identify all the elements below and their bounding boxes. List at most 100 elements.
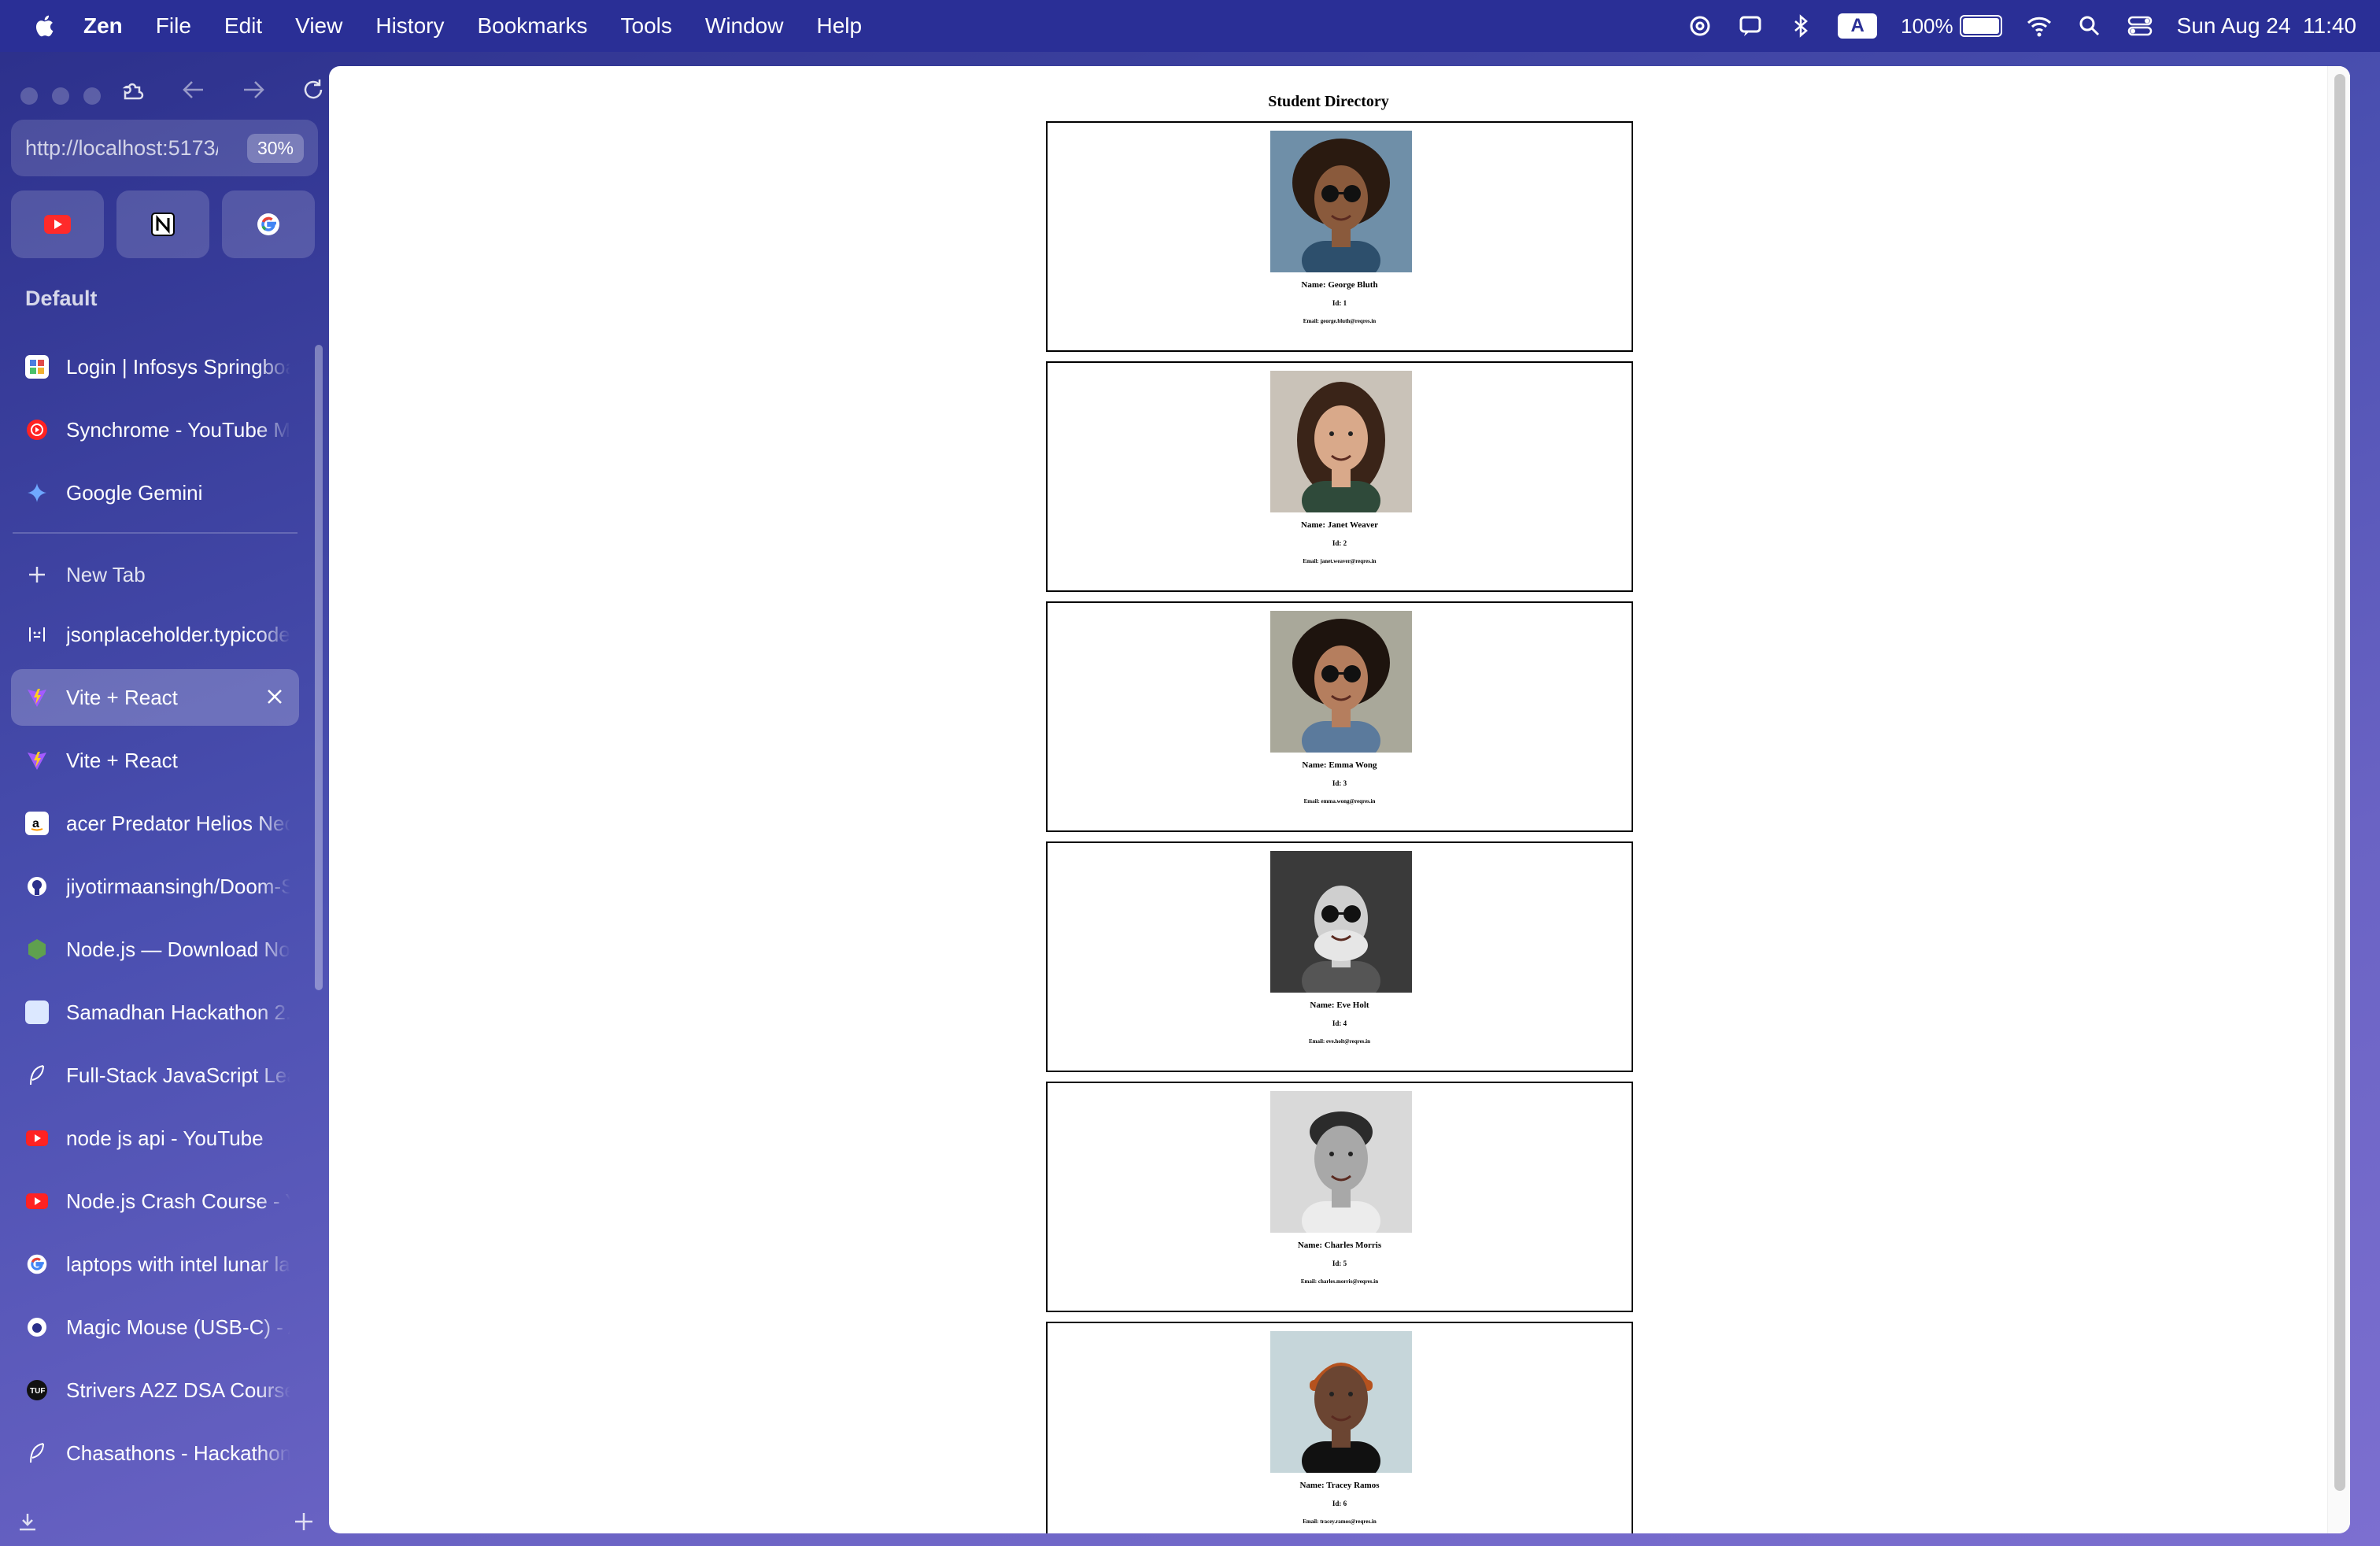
essential-notion[interactable]	[116, 190, 209, 258]
url-text[interactable]: http://localhost:5173/	[25, 136, 218, 161]
youtube-icon	[25, 1189, 49, 1213]
student-card: Name: Charles Morris Id: 5 Email: charle…	[1046, 1082, 1633, 1312]
tab-item[interactable]: laptops with intel lunar lake	[11, 1236, 299, 1293]
window-controls	[20, 87, 101, 105]
essentials-row	[11, 190, 315, 258]
student-name: Name: Tracey Ramos	[1299, 1481, 1380, 1490]
student-name: Name: Emma Wong	[1302, 760, 1377, 770]
tab-item[interactable]: node js api - YouTube	[11, 1110, 299, 1167]
workspace-label[interactable]: Default	[25, 287, 98, 311]
apple-icon[interactable]	[31, 13, 55, 39]
menu-bar: Zen File Edit View History Bookmarks Too…	[0, 0, 2380, 52]
typicode-icon	[25, 623, 49, 646]
tab-item[interactable]: Samadhan Hackathon 2.0	[11, 984, 299, 1041]
student-id: Id: 2	[1332, 539, 1347, 547]
sidebar-scrollbar[interactable]	[315, 345, 323, 990]
tab-title: node js api - YouTube	[66, 1126, 264, 1150]
tab-item[interactable]: Node.js — Download Node.js	[11, 921, 299, 978]
page-scroll-thumb[interactable]	[2334, 74, 2345, 1491]
menu-history[interactable]: History	[375, 13, 444, 39]
tab-title: Vite + React	[66, 748, 178, 772]
student-photo	[1270, 1331, 1412, 1473]
essential-youtube[interactable]	[11, 190, 104, 258]
pinned-tab[interactable]: Synchrome - YouTube Music	[11, 401, 299, 458]
student-photo-art	[1270, 1091, 1412, 1233]
menu-edit[interactable]: Edit	[224, 13, 262, 39]
reload-icon[interactable]	[298, 74, 329, 105]
student-photo	[1270, 1091, 1412, 1233]
student-card: Name: Emma Wong Id: 3 Email: emma.wong@r…	[1046, 601, 1633, 832]
tab-item[interactable]: a acer Predator Helios Neo	[11, 795, 299, 852]
close-tab-icon[interactable]	[263, 685, 286, 708]
student-id: Id: 3	[1332, 779, 1347, 787]
battery-status[interactable]: 100%	[1901, 14, 2002, 39]
input-source-badge[interactable]: A	[1838, 13, 1878, 39]
pinned-tab[interactable]: Google Gemini	[11, 464, 299, 521]
chatgpt-icon[interactable]	[1687, 13, 1713, 39]
essential-google[interactable]	[222, 190, 315, 258]
tab-list: Login | Infosys Springboard Synchrome - …	[11, 338, 299, 1488]
new-tab-button[interactable]: New Tab	[11, 549, 299, 600]
tab-title: acer Predator Helios Neo	[66, 811, 290, 835]
battery-icon	[1959, 15, 2002, 37]
menu-app-name[interactable]: Zen	[83, 13, 123, 39]
tab-item[interactable]: jsonplaceholder.typicode.com	[11, 606, 299, 663]
downloads-icon[interactable]	[16, 1511, 39, 1538]
student-photo-art	[1270, 611, 1412, 753]
student-name: Name: Charles Morris	[1297, 1241, 1382, 1250]
tab-item[interactable]: Magic Mouse (USB-C) - Apple	[11, 1299, 299, 1356]
feather-icon	[25, 1441, 49, 1465]
menu-view[interactable]: View	[295, 13, 342, 39]
tab-title: Login | Infosys Springboard	[66, 354, 290, 379]
tab-item[interactable]: Vite + React	[11, 732, 299, 789]
notion-icon	[151, 213, 175, 236]
close-window-button[interactable]	[20, 87, 38, 105]
plus-icon	[25, 563, 49, 586]
student-card: Name: Eve Holt Id: 4 Email: eve.holt@req…	[1046, 841, 1633, 1072]
tab-item[interactable]: TUF Strivers A2Z DSA Course	[11, 1362, 299, 1418]
menu-bookmarks[interactable]: Bookmarks	[477, 13, 587, 39]
tab-title: Google Gemini	[66, 480, 203, 505]
spotlight-search-icon[interactable]	[2076, 13, 2103, 39]
pinned-tab[interactable]: Login | Infosys Springboard	[11, 338, 299, 395]
menubar-clock[interactable]: Sun Aug 24 11:40	[2177, 13, 2356, 39]
student-photo	[1270, 371, 1412, 512]
tab-item[interactable]: Node.js Crash Course - YouTube	[11, 1173, 299, 1230]
zoom-window-button[interactable]	[83, 87, 101, 105]
tab-title: Samadhan Hackathon 2.0	[66, 1000, 290, 1024]
bluetooth-icon[interactable]	[1787, 13, 1814, 39]
back-arrow-icon[interactable]	[178, 74, 209, 105]
forward-arrow-icon[interactable]	[238, 74, 269, 105]
tuf-icon: TUF	[25, 1378, 49, 1402]
wifi-icon[interactable]	[2026, 13, 2053, 39]
minimize-window-button[interactable]	[52, 87, 69, 105]
tab-item[interactable]: Chasathons - Hackathons	[11, 1425, 299, 1481]
google-icon	[257, 213, 279, 235]
tab-item[interactable]: jiyotirmaansingh/Doom-Scroll	[11, 858, 299, 915]
extensions-icon[interactable]	[118, 74, 150, 105]
student-name: Name: Eve Holt	[1310, 1000, 1369, 1010]
battery-fill	[1962, 18, 1999, 34]
student-photo-art	[1270, 851, 1412, 993]
springboard-icon	[25, 355, 49, 379]
add-workspace-icon[interactable]	[293, 1511, 315, 1538]
menu-window[interactable]: Window	[705, 13, 784, 39]
tab-title: Vite + React	[66, 685, 178, 709]
student-id: Id: 1	[1332, 299, 1347, 307]
tab-item[interactable]: Full-Stack JavaScript Learning	[11, 1047, 299, 1104]
control-center-icon[interactable]	[2127, 13, 2153, 39]
menu-file[interactable]: File	[156, 13, 191, 39]
web-content: Student Directory Name: George Bluth Id:…	[329, 66, 2350, 1533]
student-card: Name: Janet Weaver Id: 2 Email: janet.we…	[1046, 361, 1633, 592]
menu-tools[interactable]: Tools	[621, 13, 672, 39]
student-name: Name: George Bluth	[1301, 280, 1378, 290]
vite-icon	[25, 686, 49, 709]
url-bar[interactable]: http://localhost:5173/ 30%	[11, 120, 318, 176]
page-scrollbar[interactable]	[2327, 66, 2350, 1533]
tab-item-active[interactable]: Vite + React	[11, 669, 299, 726]
menu-help[interactable]: Help	[816, 13, 862, 39]
page-icon	[25, 1000, 49, 1024]
svg-text:a: a	[32, 817, 39, 830]
chat-bubble-icon[interactable]	[1737, 13, 1764, 39]
zoom-level-badge[interactable]: 30%	[246, 133, 304, 163]
